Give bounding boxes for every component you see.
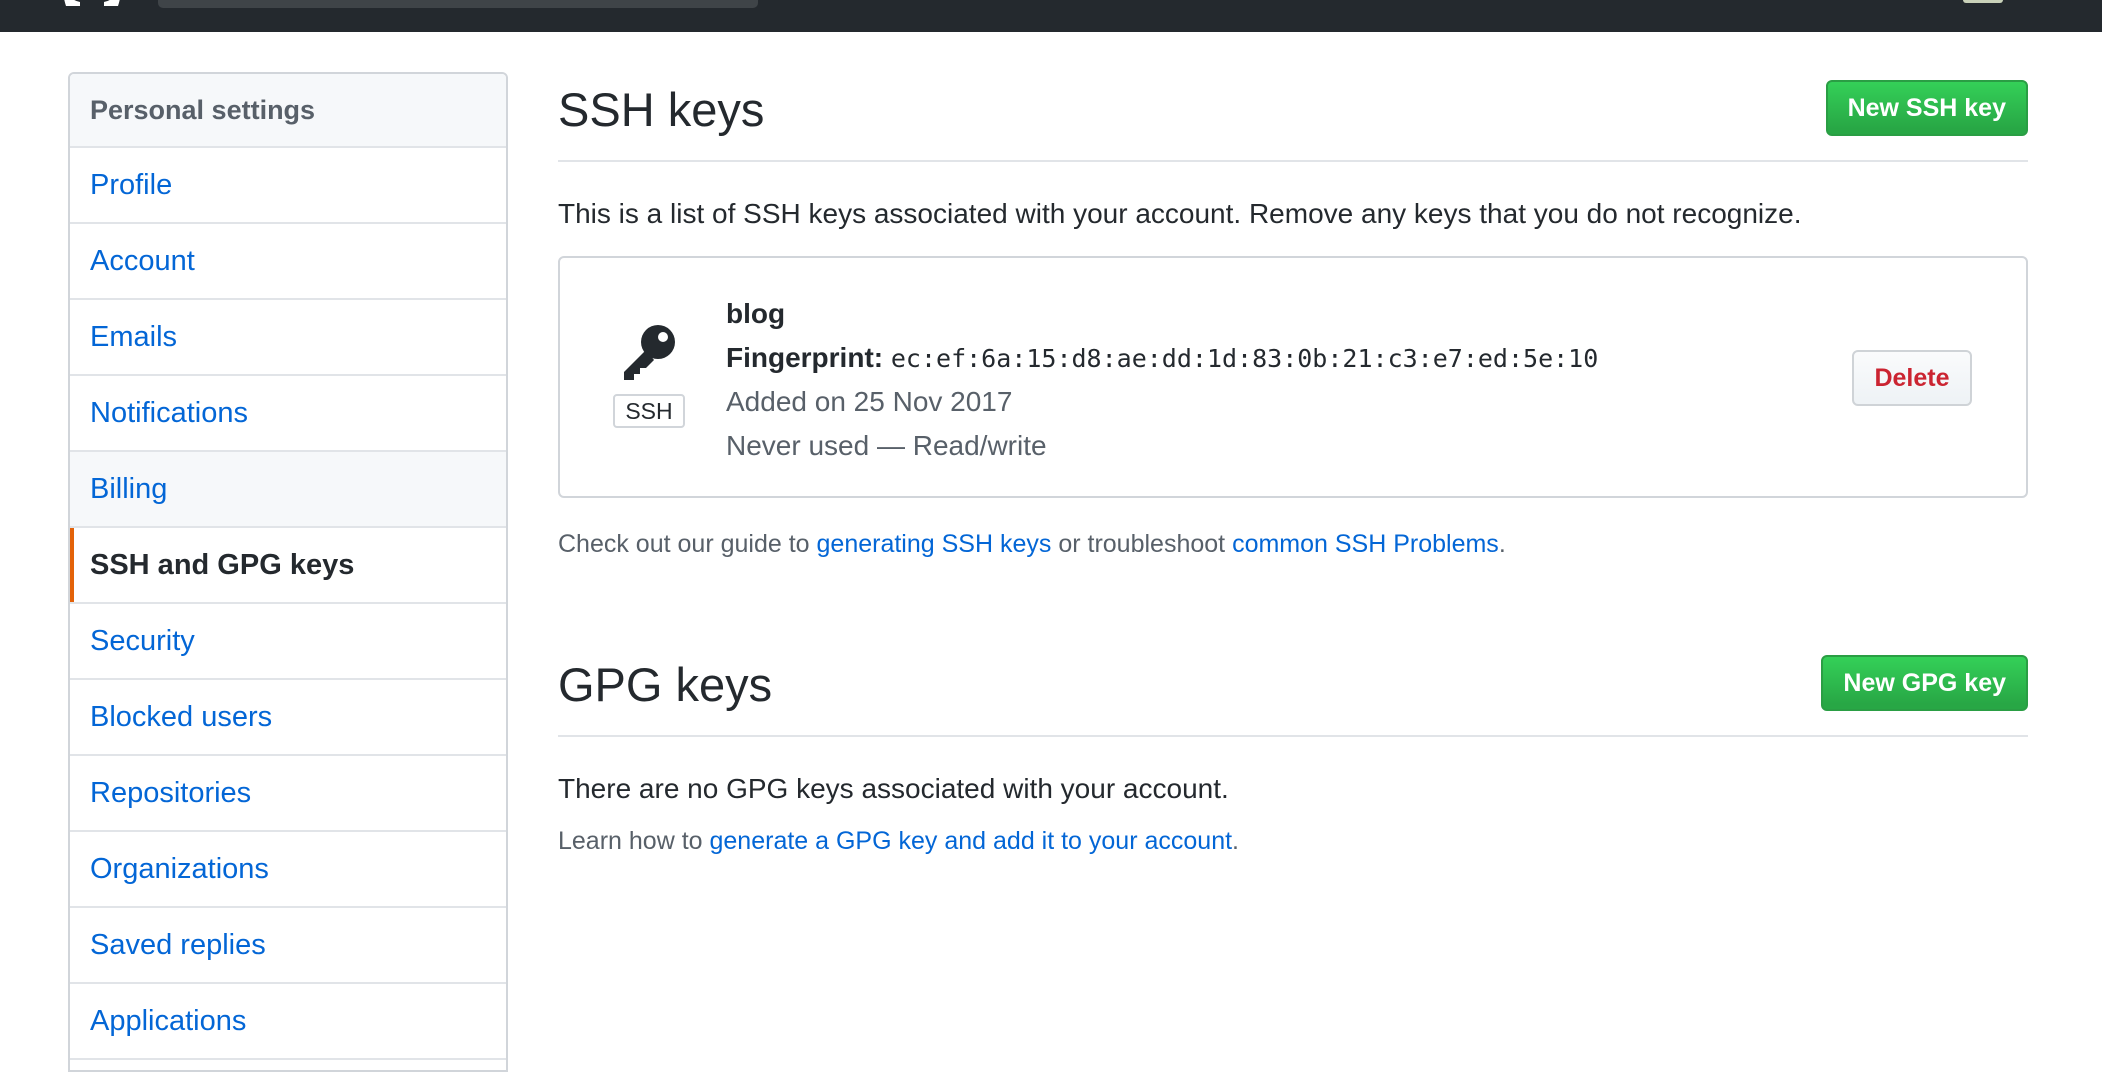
fingerprint-label: Fingerprint: <box>726 342 884 373</box>
avatar[interactable] <box>1963 0 2003 3</box>
sidebar-header: Personal settings <box>70 74 506 148</box>
gpg-learn-suffix: . <box>1232 827 1239 855</box>
gpg-empty-message: There are no GPG keys associated with yo… <box>558 773 1229 804</box>
ssh-keys-title: SSH keys <box>558 83 765 136</box>
ssh-guide-suffix: . <box>1498 530 1506 558</box>
sidebar-item-blocked-users[interactable]: Blocked users <box>70 680 506 756</box>
ssh-badge: SSH <box>613 394 685 428</box>
sidebar-item-billing[interactable]: Billing <box>70 452 506 528</box>
gpg-learn-note: Learn how to generate a GPG key and add … <box>558 827 2028 856</box>
sidebar-item-applications[interactable]: Applications <box>70 984 506 1060</box>
ssh-key-list-item: SSH blog Fingerprint: ec:ef:6a:15:d8:ae:… <box>558 256 2028 498</box>
sidebar-item-security[interactable]: Security <box>70 604 506 680</box>
new-ssh-key-button[interactable]: New SSH key <box>1825 80 2028 136</box>
delete-ssh-key-button[interactable]: Delete <box>1852 350 1972 406</box>
common-ssh-problems-link[interactable]: common SSH Problems <box>1232 530 1499 558</box>
sidebar-item-notifications[interactable]: Notifications <box>70 376 506 452</box>
ssh-key-fingerprint-row: Fingerprint: ec:ef:6a:15:d8:ae:dd:1d:83:… <box>726 336 1598 380</box>
new-gpg-key-button[interactable]: New GPG key <box>1821 655 2028 711</box>
sidebar-item-repositories[interactable]: Repositories <box>70 756 506 832</box>
ssh-key-details: blog Fingerprint: ec:ef:6a:15:d8:ae:dd:1… <box>726 292 1598 468</box>
sidebar-item-saved-replies[interactable]: Saved replies <box>70 908 506 984</box>
ssh-guide-middle: or troubleshoot <box>1058 530 1226 558</box>
settings-sidebar: Personal settings Profile Account Emails… <box>68 72 508 1072</box>
generate-gpg-key-link[interactable]: generate a GPG key and add it to your ac… <box>710 827 1233 855</box>
ssh-key-name: blog <box>726 298 786 329</box>
ssh-key-added-date: Added on 25 Nov 2017 <box>726 386 1013 417</box>
fingerprint-value: ec:ef:6a:15:d8:ae:dd:1d:83:0b:21:c3:e7:e… <box>890 344 1599 373</box>
ssh-key-usage: Never used — Read/write <box>726 430 1047 461</box>
key-icon <box>624 325 675 380</box>
gpg-keys-title: GPG keys <box>558 658 773 711</box>
generating-ssh-keys-link[interactable]: generating SSH keys <box>817 530 1052 558</box>
sidebar-item-account[interactable]: Account <box>70 224 506 300</box>
ssh-keys-intro: This is a list of SSH keys associated wi… <box>558 198 1802 229</box>
top-navigation-bar <box>0 0 2102 32</box>
ssh-guide-note: Check out our guide to generating SSH ke… <box>558 530 2028 559</box>
github-logo-icon[interactable] <box>64 0 120 6</box>
search-input[interactable] <box>158 0 758 8</box>
ssh-section-header: SSH keys New SSH key <box>558 72 2028 162</box>
sidebar-item-emails[interactable]: Emails <box>70 300 506 376</box>
ssh-guide-prefix: Check out our guide to <box>558 530 810 558</box>
sidebar-item-profile[interactable]: Profile <box>70 148 506 224</box>
sidebar-item-ssh-gpg-keys[interactable]: SSH and GPG keys <box>70 528 506 604</box>
gpg-section-header: GPG keys New GPG key <box>558 647 2028 737</box>
sidebar-item-organizations[interactable]: Organizations <box>70 832 506 908</box>
main-content: SSH keys New SSH key This is a list of S… <box>558 72 2028 856</box>
gpg-learn-prefix: Learn how to <box>558 827 703 855</box>
